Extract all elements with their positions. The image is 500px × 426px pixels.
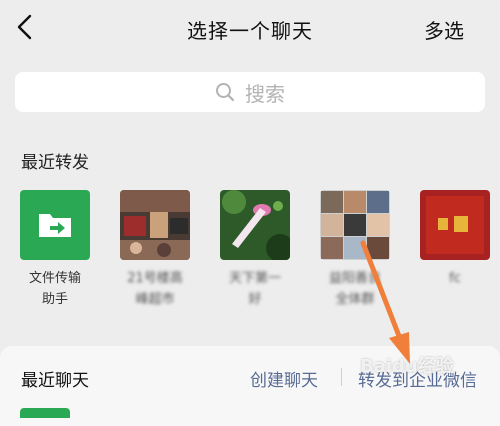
group-avatar [120, 190, 190, 260]
recent-item-label: 21号楼高 峰超市 [127, 271, 183, 307]
folder-transfer-icon [20, 190, 90, 260]
recent-chats-panel: 最近聊天 创建聊天 转发到企业微信 [0, 346, 500, 426]
recent-item-chat[interactable]: fc [420, 190, 490, 289]
recent-chats-title: 最近聊天 [21, 371, 89, 391]
contact-avatar [220, 190, 290, 260]
recent-item-file-transfer[interactable]: 文件传输 助手 [20, 190, 90, 310]
search-icon [216, 83, 235, 102]
recent-item-label: fc [449, 271, 461, 286]
search-placeholder: 搜索 [245, 81, 285, 106]
contact-avatar [420, 190, 490, 260]
header-bar: 选择一个聊天 多选 [0, 0, 500, 56]
group-avatar [320, 190, 390, 260]
recent-forward-list: 文件传输 助手 21号楼高 峰超市 天下第一 好 益阳善良 全体群 fc [0, 190, 500, 330]
search-input[interactable]: 搜索 [15, 72, 485, 112]
chat-avatar-peek [20, 408, 70, 418]
recent-item-chat[interactable]: 21号楼高 峰超市 [120, 190, 190, 310]
divider [341, 368, 342, 386]
recent-item-label: 天下第一 好 [228, 271, 281, 307]
multi-select-button[interactable]: 多选 [424, 15, 464, 44]
recent-forward-title: 最近转发 [21, 153, 89, 173]
create-chat-button[interactable]: 创建聊天 [250, 366, 318, 391]
recent-item-chat[interactable]: 益阳善良 全体群 [320, 190, 390, 310]
recent-item-chat[interactable]: 天下第一 好 [220, 190, 290, 310]
recent-item-label: 文件传输 助手 [28, 271, 81, 307]
recent-item-label: 益阳善良 全体群 [328, 271, 381, 307]
forward-enterprise-wechat-button[interactable]: 转发到企业微信 [358, 366, 477, 391]
